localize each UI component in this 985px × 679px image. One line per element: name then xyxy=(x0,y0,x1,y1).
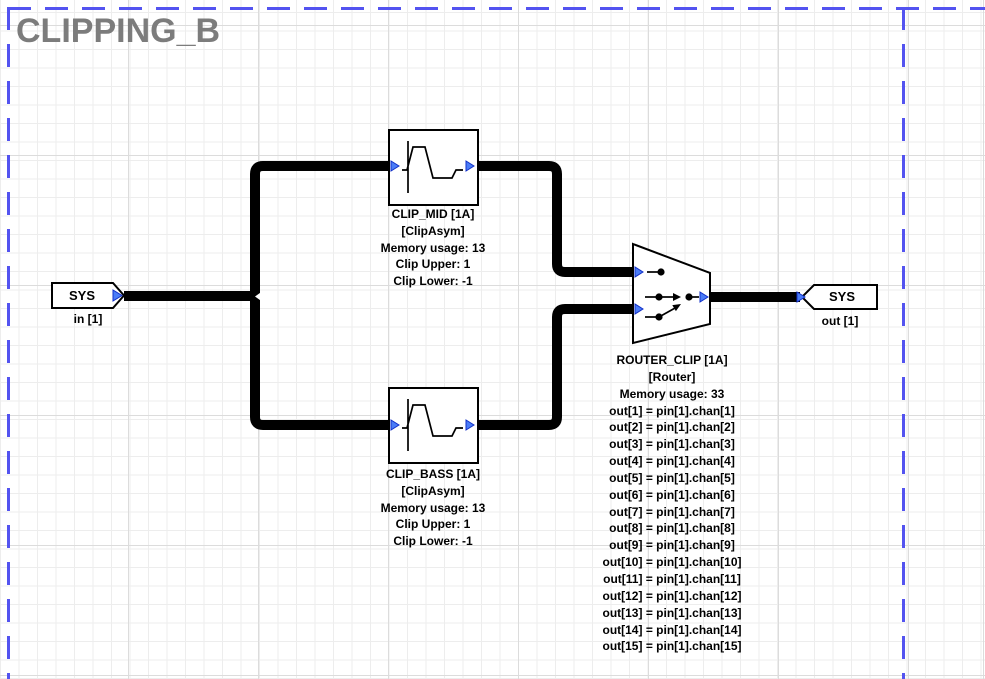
label-line: out[11] = pin[1].chan[11] xyxy=(592,571,752,588)
label-line: Memory usage: 13 xyxy=(353,240,513,257)
label-line: out[3] = pin[1].chan[3] xyxy=(592,436,752,453)
label-line: ROUTER_CLIP [1A] xyxy=(592,352,752,369)
label-line: Memory usage: 33 xyxy=(592,386,752,403)
output-terminal-pin-icon[interactable] xyxy=(797,292,805,302)
label-line: CLIP_MID [1A] xyxy=(353,206,513,223)
label-line: Clip Lower: -1 xyxy=(353,533,513,550)
input-terminal-port-label: in [1] xyxy=(48,311,128,328)
label-line: out[5] = pin[1].chan[5] xyxy=(592,470,752,487)
label-line: Clip Upper: 1 xyxy=(353,256,513,273)
page-title: CLIPPING_B xyxy=(16,12,220,51)
input-terminal-name: SYS xyxy=(52,289,112,302)
page-border-top xyxy=(8,7,985,10)
label-line: [Router] xyxy=(592,369,752,386)
label-line: out[15] = pin[1].chan[15] xyxy=(592,638,752,655)
clip-bass-labels: CLIP_BASS [1A][ClipAsym]Memory usage: 13… xyxy=(353,466,513,550)
schematic-canvas: CLIPPING_B xyxy=(0,0,985,679)
label-line: Clip Lower: -1 xyxy=(353,273,513,290)
output-terminal-port-label: out [1] xyxy=(800,313,880,330)
label-line: Memory usage: 13 xyxy=(353,500,513,517)
label-line: [ClipAsym] xyxy=(353,223,513,240)
wire-split-branches[interactable] xyxy=(255,166,390,425)
label-line: out[10] = pin[1].chan[10] xyxy=(592,554,752,571)
page-break-line xyxy=(902,7,905,679)
label-line: out[7] = pin[1].chan[7] xyxy=(592,504,752,521)
label-line: Clip Upper: 1 xyxy=(353,516,513,533)
label-line: [ClipAsym] xyxy=(353,483,513,500)
label-line: CLIP_BASS [1A] xyxy=(353,466,513,483)
label-line: out[2] = pin[1].chan[2] xyxy=(592,419,752,436)
router-block[interactable] xyxy=(633,244,710,343)
output-terminal-name: SYS xyxy=(812,290,872,303)
label-line: out[13] = pin[1].chan[13] xyxy=(592,605,752,622)
label-line: out[1] = pin[1].chan[1] xyxy=(592,403,752,420)
label-line: out[8] = pin[1].chan[8] xyxy=(592,520,752,537)
label-line: out[12] = pin[1].chan[12] xyxy=(592,588,752,605)
page-border-left xyxy=(7,7,10,679)
clip-mid-labels: CLIP_MID [1A][ClipAsym]Memory usage: 13C… xyxy=(353,206,513,290)
clip-bass-block[interactable] xyxy=(389,388,478,463)
label-line: out[4] = pin[1].chan[4] xyxy=(592,453,752,470)
label-line: out[6] = pin[1].chan[6] xyxy=(592,487,752,504)
clip-mid-block[interactable] xyxy=(389,130,478,205)
router-labels: ROUTER_CLIP [1A][Router]Memory usage: 33… xyxy=(592,352,752,655)
label-line: out[9] = pin[1].chan[9] xyxy=(592,537,752,554)
label-line: out[14] = pin[1].chan[14] xyxy=(592,622,752,639)
